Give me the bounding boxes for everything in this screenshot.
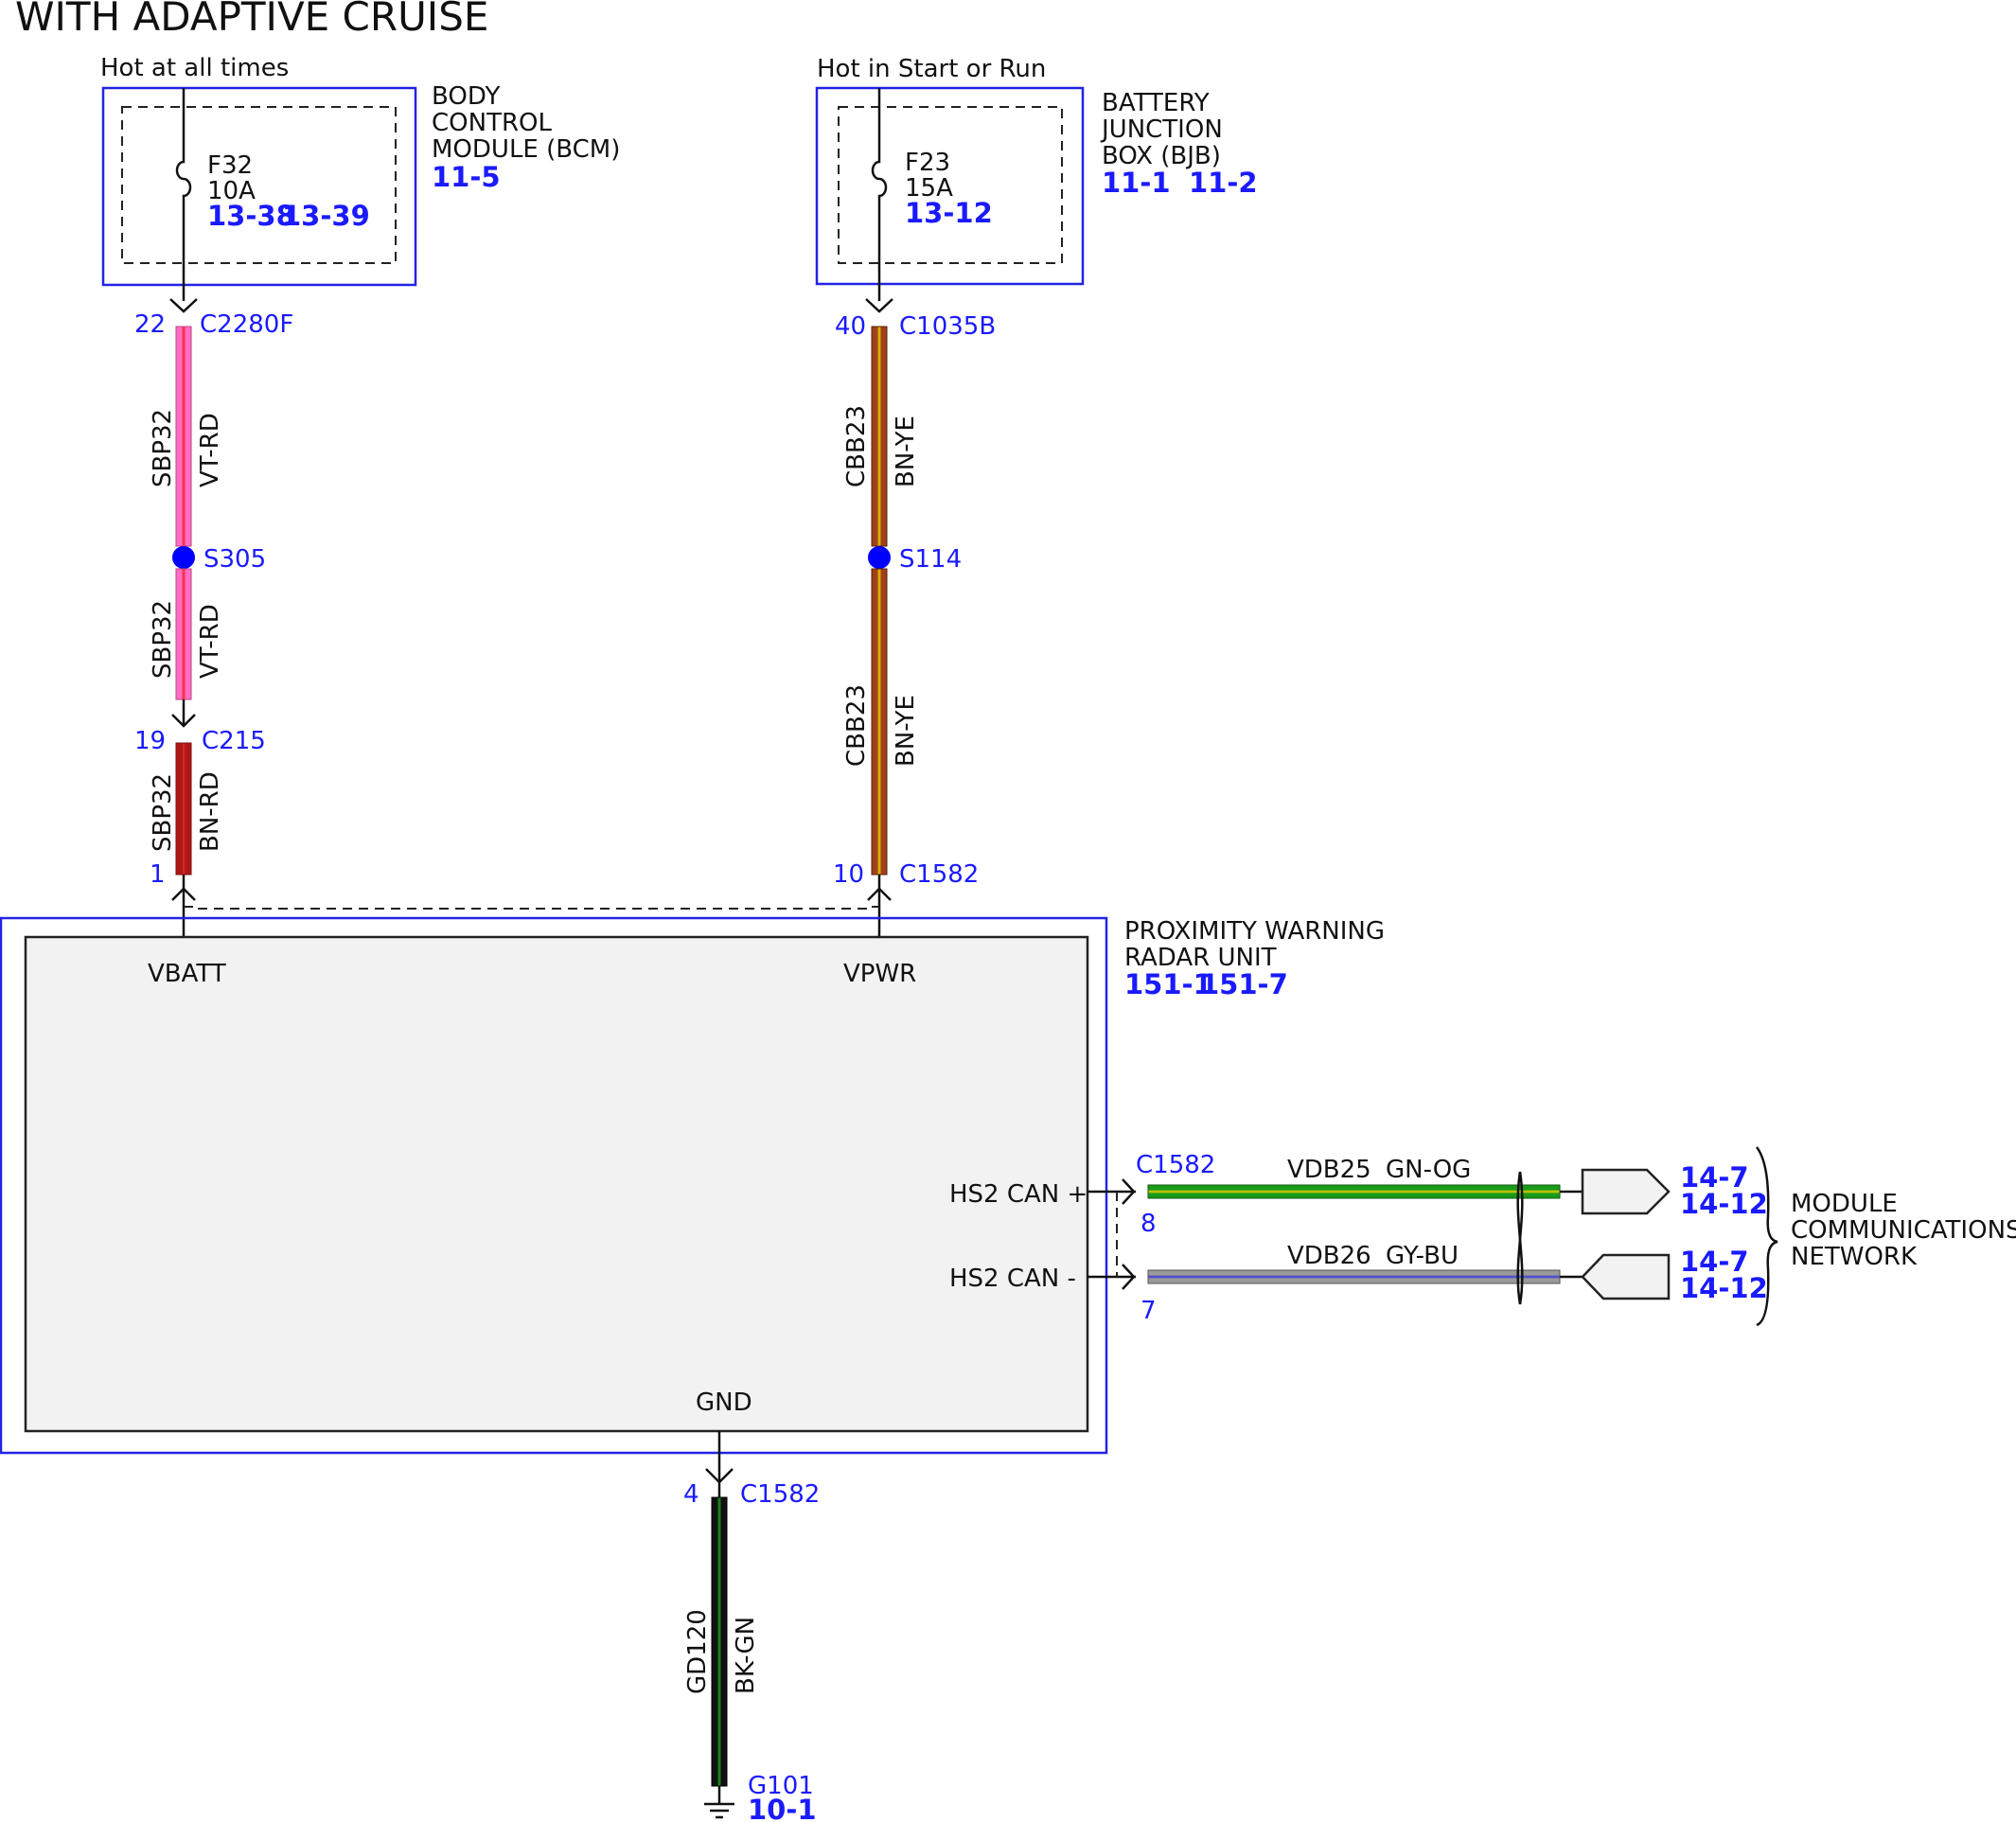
wire-gd120-circuit: GD120: [683, 1609, 712, 1694]
diagram-title: WITH ADAPTIVE CRUISE: [15, 0, 488, 40]
splice-s114-label: S114: [899, 545, 962, 574]
wire-sbp32-color-label: VT-RD: [196, 413, 224, 487]
fuse-icon: [871, 88, 888, 301]
splice-s114: [868, 546, 891, 569]
wire-sbp32-vt-rd-upper: [175, 326, 192, 547]
bcm-box: [101, 86, 417, 287]
bjb-ref-1: 11-1: [1102, 167, 1171, 199]
bcm-supply-label: Hot at all times: [100, 54, 289, 82]
bcm-name-line-1: BODY: [432, 82, 500, 111]
wire-cbb23-circuit-label-2: CBB23: [842, 684, 871, 767]
wiring-diagram: WITH ADAPTIVE CRUISE Hot at all times F3…: [0, 0, 2016, 1822]
can-plus-outgoing-connector: [1581, 1168, 1671, 1215]
bcm-fuse-area: [121, 106, 397, 264]
wire-sbp32-circuit-label: SBP32: [149, 409, 177, 487]
connector-c2280f-pin: 22: [134, 310, 166, 339]
ground-point-ref: 10-1: [748, 1794, 817, 1822]
bcm-name-line-2: CONTROL: [432, 109, 552, 137]
connector-c215-name: C215: [202, 727, 266, 755]
can-minus-ref-2: 14-12: [1680, 1272, 1768, 1304]
connector-c1582-pin-1: 1: [150, 860, 166, 889]
connector-c1582-name-top: C1582: [899, 860, 979, 889]
connector-c1582-pin-10: 10: [833, 860, 864, 889]
wire-sbp32-bn-rd: [175, 742, 192, 876]
wire-sbp32-vt-rd-lower: [175, 568, 192, 700]
bjb-name-line-2: JUNCTION: [1100, 115, 1223, 144]
wire-cbb23-bn-ye-lower: [871, 568, 888, 876]
can-minus-incoming-connector: [1581, 1253, 1671, 1300]
network-label-line-3: NETWORK: [1791, 1243, 1918, 1271]
can-plus-pin: 8: [1141, 1210, 1157, 1238]
connector-gnd-name: C1582: [740, 1480, 820, 1509]
wire-cbb23-color-label-2: BN-YE: [892, 695, 920, 767]
bjb-supply-label: Hot in Start or Run: [817, 55, 1046, 83]
wire-cbb23-bn-ye-upper: [871, 326, 888, 547]
bjb-fuse-ref: 13-12: [905, 197, 993, 229]
radar-pin-can-minus: HS2 CAN -: [949, 1265, 1076, 1293]
wire-vdb25-circuit: VDB25: [1287, 1156, 1371, 1184]
bcm-fuse-name: F32: [207, 151, 253, 180]
radar-ref-2: 151-7: [1200, 968, 1288, 1000]
can-minus-pin: 7: [1141, 1297, 1157, 1325]
wire-sbp32-color-label-3: BN-RD: [196, 771, 224, 852]
can-plus-ref-2: 14-12: [1680, 1188, 1768, 1220]
radar-pin-can-plus: HS2 CAN +: [949, 1180, 1088, 1209]
wire-gd120-color: BK-GN: [732, 1617, 760, 1694]
wire-vdb25-gn-og: [1147, 1184, 1561, 1199]
radar-ref-1: 151-1: [1124, 968, 1212, 1000]
wire-sbp32-color-label-2: VT-RD: [196, 604, 224, 679]
network-label-line-2: COMMUNICATIONS: [1791, 1216, 2016, 1245]
bcm-ref: 11-5: [432, 161, 501, 193]
connector-shell-link: [184, 906, 879, 910]
bjb-ref-2: 11-2: [1189, 167, 1258, 199]
connector-c215-pin: 19: [134, 727, 166, 755]
bjb-fuse-name: F23: [905, 149, 950, 177]
connector-gnd-pin: 4: [683, 1480, 699, 1509]
connector-c1035b-name: C1035B: [899, 312, 996, 341]
radar-pin-gnd: GND: [696, 1389, 752, 1417]
network-label-line-1: MODULE: [1791, 1190, 1898, 1218]
radar-name-line-1: PROXIMITY WARNING: [1124, 917, 1385, 946]
wire-cbb23-color-label: BN-YE: [892, 416, 920, 487]
splice-s305: [172, 546, 195, 569]
connector-c1035b-pin: 40: [835, 312, 866, 341]
fuse-icon: [175, 88, 192, 301]
wire-vdb25-color: GN-OG: [1386, 1156, 1471, 1184]
wire-gd120-bk-gn: [711, 1496, 728, 1787]
radar-unit-body: [24, 935, 1089, 1433]
wire-cbb23-circuit-label: CBB23: [842, 405, 871, 487]
wire-vdb26-circuit: VDB26: [1287, 1242, 1371, 1270]
wire-vdb26-gy-bu: [1147, 1269, 1561, 1284]
connector-c2280f-name: C2280F: [200, 310, 293, 339]
bcm-fuse-ref-2: 13-39: [282, 200, 370, 232]
bcm-name-line-3: MODULE (BCM): [432, 135, 620, 164]
splice-s305-label: S305: [203, 545, 266, 574]
wire-sbp32-circuit-label-2: SBP32: [149, 600, 177, 679]
radar-pin-vpwr: VPWR: [843, 960, 916, 988]
bjb-name-line-1: BATTERY: [1102, 89, 1210, 117]
radar-pin-vbatt: VBATT: [148, 960, 226, 988]
can-connector-name: C1582: [1136, 1151, 1215, 1179]
wire-sbp32-circuit-label-3: SBP32: [149, 773, 177, 852]
wire-vdb26-color: GY-BU: [1386, 1242, 1459, 1270]
